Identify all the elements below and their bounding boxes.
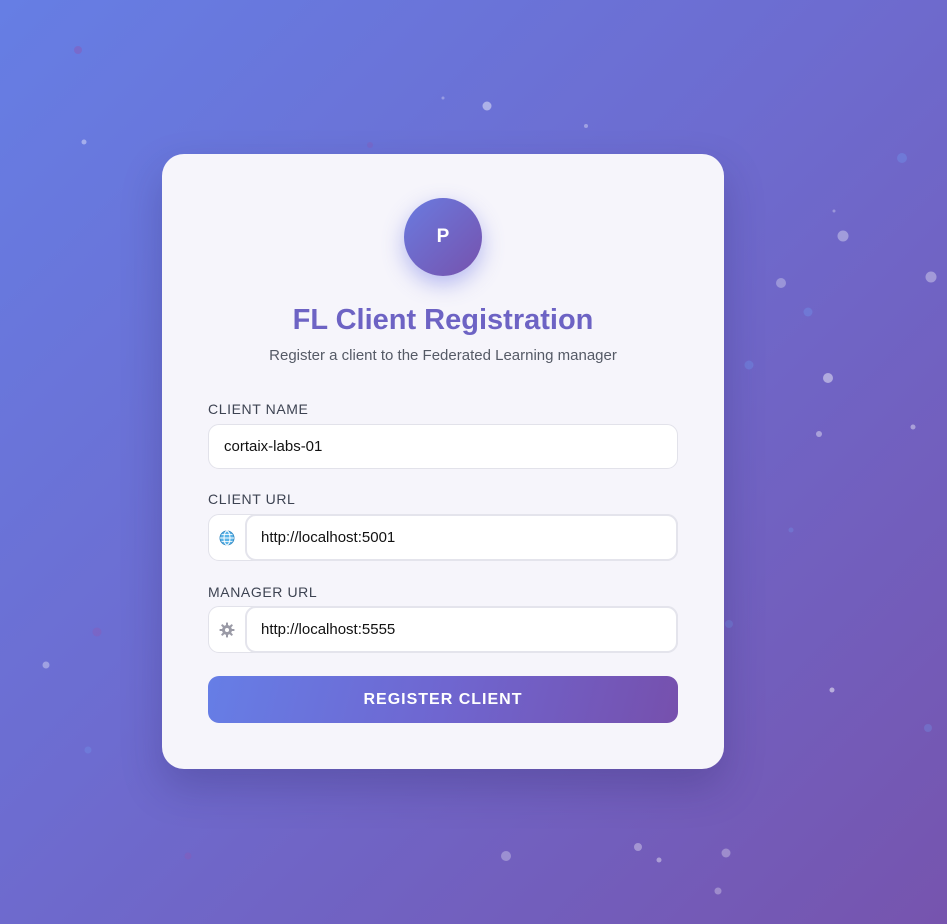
manager-url-input[interactable]	[245, 606, 678, 653]
logo-letter: P	[436, 226, 450, 247]
client-name-input[interactable]	[208, 424, 678, 469]
client-url-field	[208, 514, 678, 561]
client-name-label: CLIENT NAME	[208, 401, 309, 417]
page-title: FL Client Registration	[292, 304, 594, 336]
page-subtitle: Register a client to the Federated Learn…	[269, 347, 617, 364]
gear-icon	[209, 607, 245, 652]
client-url-label: CLIENT URL	[208, 491, 296, 507]
manager-url-label: MANAGER URL	[208, 584, 318, 600]
manager-url-field	[208, 606, 678, 653]
registration-card: P FL Client Registration Register a clie…	[162, 154, 724, 769]
globe-icon	[209, 515, 245, 560]
register-client-button[interactable]: REGISTER CLIENT	[208, 676, 678, 723]
client-url-input[interactable]	[245, 514, 678, 561]
app-logo: P	[404, 198, 482, 276]
